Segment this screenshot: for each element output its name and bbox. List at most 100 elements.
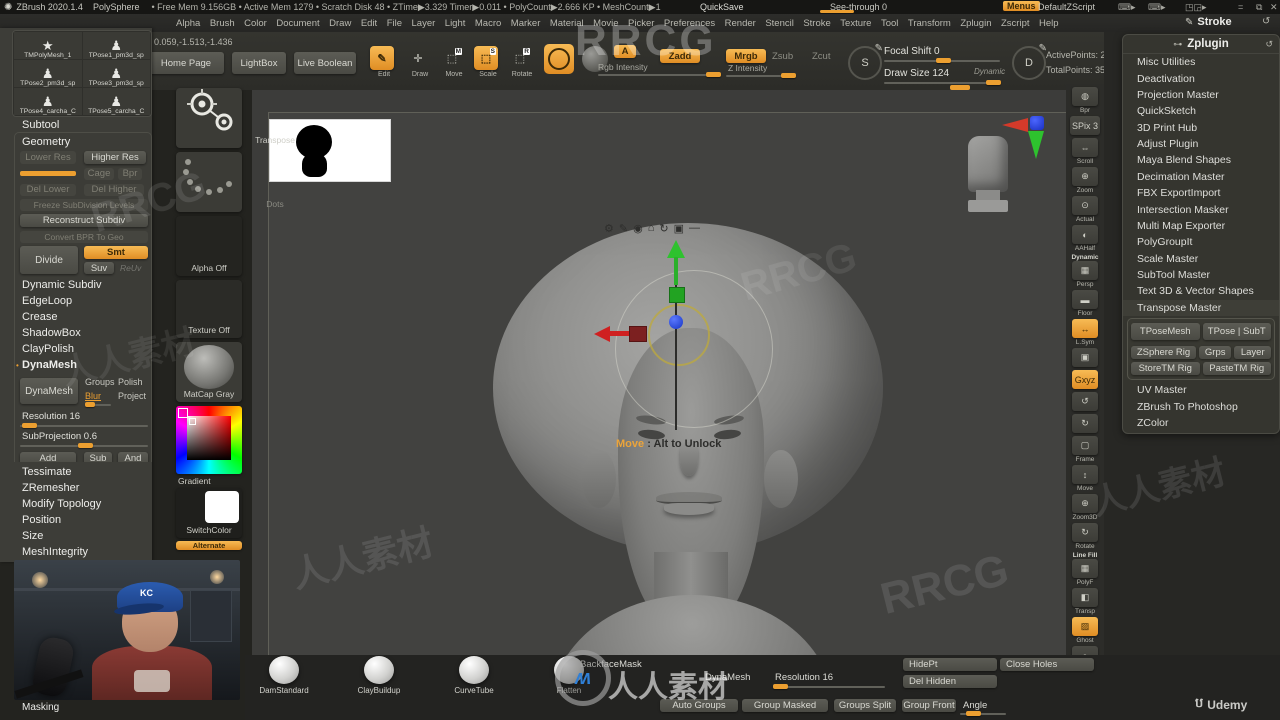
menu-item[interactable]: Transform	[908, 18, 951, 29]
menu-item[interactable]: Stroke	[803, 18, 830, 29]
menu-item[interactable]: Light	[445, 18, 466, 29]
menu-item[interactable]: Layer	[412, 18, 436, 29]
dynamesh-section[interactable]: DynaMesh	[22, 359, 77, 371]
dynamic-subdiv-section[interactable]: Dynamic Subdiv	[22, 279, 101, 291]
right-shelf-item[interactable]: ◧ Transp	[1070, 588, 1100, 615]
convert-bpr-button[interactable]: Convert BPR To Geo	[20, 230, 148, 243]
position-section[interactable]: Position	[22, 514, 61, 526]
brush-favorite[interactable]: CurveTube	[443, 655, 505, 695]
switch-color[interactable]: SwitchColor	[176, 488, 242, 538]
crease-section[interactable]: Crease	[22, 311, 57, 323]
stroke-type-dots[interactable]: Dots	[176, 152, 284, 212]
color-picker[interactable]	[176, 406, 242, 474]
hidept-button[interactable]: HidePt	[903, 658, 997, 671]
live-boolean-button[interactable]: Live Boolean	[294, 52, 356, 74]
depth-knob[interactable]: D ✎	[1012, 43, 1047, 80]
tool-thumbnail[interactable]: ♟ TPose2_pm3d_sp	[14, 60, 82, 87]
suv-toggle[interactable]: Suv	[84, 262, 114, 274]
draw-mode-button[interactable]: ✛ Draw	[406, 46, 434, 79]
right-shelf-item[interactable]: ↕ Move	[1070, 465, 1100, 492]
menu-item[interactable]: Brush	[210, 18, 235, 29]
alpha-selector[interactable]: Alpha Off	[176, 216, 242, 276]
dynamesh-button[interactable]: DynaMesh	[20, 378, 78, 404]
gizmo-hud-icon[interactable]: ▣	[674, 222, 684, 235]
minimize-icon[interactable]: =	[1238, 2, 1243, 12]
resolution-slider[interactable]	[20, 423, 148, 428]
gizmo-inner-ring[interactable]	[648, 304, 710, 366]
zplugin-item[interactable]: Text 3D & Vector Shapes	[1123, 283, 1279, 299]
polish-toggle[interactable]: Polish	[118, 377, 143, 387]
right-shelf-item[interactable]: ▬ Floor	[1070, 290, 1100, 317]
del-higher-button[interactable]: Del Higher	[84, 183, 144, 196]
close-holes-button[interactable]: Close Holes	[1000, 658, 1094, 671]
restore-icon[interactable]: ⧉	[1256, 2, 1262, 13]
default-zscript-button[interactable]: DefaultZScript	[1038, 2, 1095, 12]
gizmo-red-arrow[interactable]	[594, 326, 610, 342]
zplugin-item[interactable]: Misc Utilities	[1123, 54, 1279, 70]
menu-item[interactable]: Texture	[840, 18, 871, 29]
tool-thumbnail[interactable]: ♟ TPose3_pm3d_sp	[82, 60, 150, 87]
right-shelf-item[interactable]: Gxyz	[1070, 370, 1100, 390]
zplugin-item[interactable]: SubTool Master	[1123, 267, 1279, 283]
blur-slider[interactable]	[85, 402, 111, 407]
menus-button[interactable]: Menus	[1003, 1, 1040, 11]
keyboard-icon[interactable]: ⌨▸	[1118, 2, 1136, 13]
sdiv-slider[interactable]	[20, 171, 76, 176]
right-shelf-item[interactable]: ▨ Ghost	[1070, 617, 1100, 644]
masking-section[interactable]: Masking	[22, 702, 59, 713]
right-shelf-item[interactable]: ↻ Rotate	[1070, 523, 1100, 550]
blur-slider-label[interactable]: Blur	[85, 391, 101, 401]
zplugin-item[interactable]: Maya Blend Shapes	[1123, 152, 1279, 168]
document-canvas[interactable]: ⚙ ✎ ◉ ⌂ ↻ ▣ — Move : Alt to Unlock	[252, 90, 1066, 720]
reconstruct-subdiv-button[interactable]: Reconstruct Subdiv	[20, 214, 148, 227]
zcut-button[interactable]: Zcut	[812, 51, 830, 62]
size-section[interactable]: Size	[22, 530, 43, 542]
menu-item[interactable]: Marker	[511, 18, 541, 29]
menu-item[interactable]: Zplugin	[960, 18, 991, 29]
bpr-button[interactable]: Bpr	[118, 167, 142, 180]
tool-thumbnail[interactable]: ♟ TPose5_carcha_C	[82, 88, 150, 115]
menu-item[interactable]: Zscript	[1001, 18, 1030, 29]
zplugin-item[interactable]: ZBrush To Photoshop	[1123, 398, 1279, 414]
shadowbox-section[interactable]: ShadowBox	[22, 327, 81, 339]
menu-item[interactable]: Stencil	[765, 18, 794, 29]
menu-item[interactable]: Render	[725, 18, 756, 29]
zplugin-reload-icon[interactable]: ↺	[1265, 39, 1273, 50]
keyboard-alt-icon[interactable]: ⌨▸	[1148, 2, 1166, 13]
group-front-button[interactable]: Group Front	[902, 699, 956, 712]
menu-item[interactable]: Preferences	[664, 18, 715, 29]
gizmo-hud-icon[interactable]: ✎	[619, 222, 628, 235]
divide-button[interactable]: Divide	[20, 246, 78, 274]
zplugin-item[interactable]: QuickSketch	[1123, 103, 1279, 119]
z-intensity-slider[interactable]	[726, 73, 796, 78]
mrgb-button[interactable]: A	[614, 45, 636, 58]
menu-item[interactable]: Document	[276, 18, 319, 29]
zplugin-item[interactable]: Scale Master	[1123, 251, 1279, 267]
tpose-subt-button[interactable]: TPose | SubT	[1202, 323, 1271, 340]
tool-thumbnail[interactable]: ♟ TPose4_carcha_C	[14, 88, 82, 115]
edgeloop-section[interactable]: EdgeLoop	[22, 295, 72, 307]
zsphere-rig-button[interactable]: ZSphere Rig	[1131, 346, 1196, 359]
right-shelf-item[interactable]: ↻	[1070, 414, 1100, 434]
home-page-button[interactable]: Home Page	[148, 52, 224, 74]
groups-split-button[interactable]: Groups Split	[834, 699, 896, 712]
draw-size-slider[interactable]	[884, 80, 1001, 85]
zplugin-item[interactable]: Adjust Plugin	[1123, 136, 1279, 152]
groups-toggle[interactable]: Groups	[85, 377, 115, 387]
auto-groups-button[interactable]: Auto Groups	[660, 699, 738, 712]
subtool-section[interactable]: Subtool	[22, 119, 59, 131]
hand-icons[interactable]: ◳◲▸	[1185, 2, 1207, 13]
right-shelf-item[interactable]: ⊙ Actual	[1070, 196, 1100, 223]
menu-item[interactable]: Help	[1039, 18, 1059, 29]
storetm-button[interactable]: StoreTM Rig	[1131, 362, 1200, 375]
modify-topology-section[interactable]: Modify Topology	[22, 498, 101, 510]
stroke-palette-header[interactable]: ✎ Stroke	[1185, 16, 1232, 28]
close-icon[interactable]: ✕	[1270, 2, 1278, 13]
right-shelf-item[interactable]: Dynamic ▦ Persp	[1070, 254, 1100, 288]
zplugin-item-transpose-master[interactable]: Transpose Master	[1123, 299, 1279, 316]
zplugin-item[interactable]: 3D Print Hub	[1123, 120, 1279, 136]
menu-item[interactable]: Material	[550, 18, 584, 29]
cage-button[interactable]: Cage	[84, 167, 114, 180]
current-color-swatch[interactable]	[205, 491, 239, 523]
zremesher-section[interactable]: ZRemesher	[22, 482, 79, 494]
